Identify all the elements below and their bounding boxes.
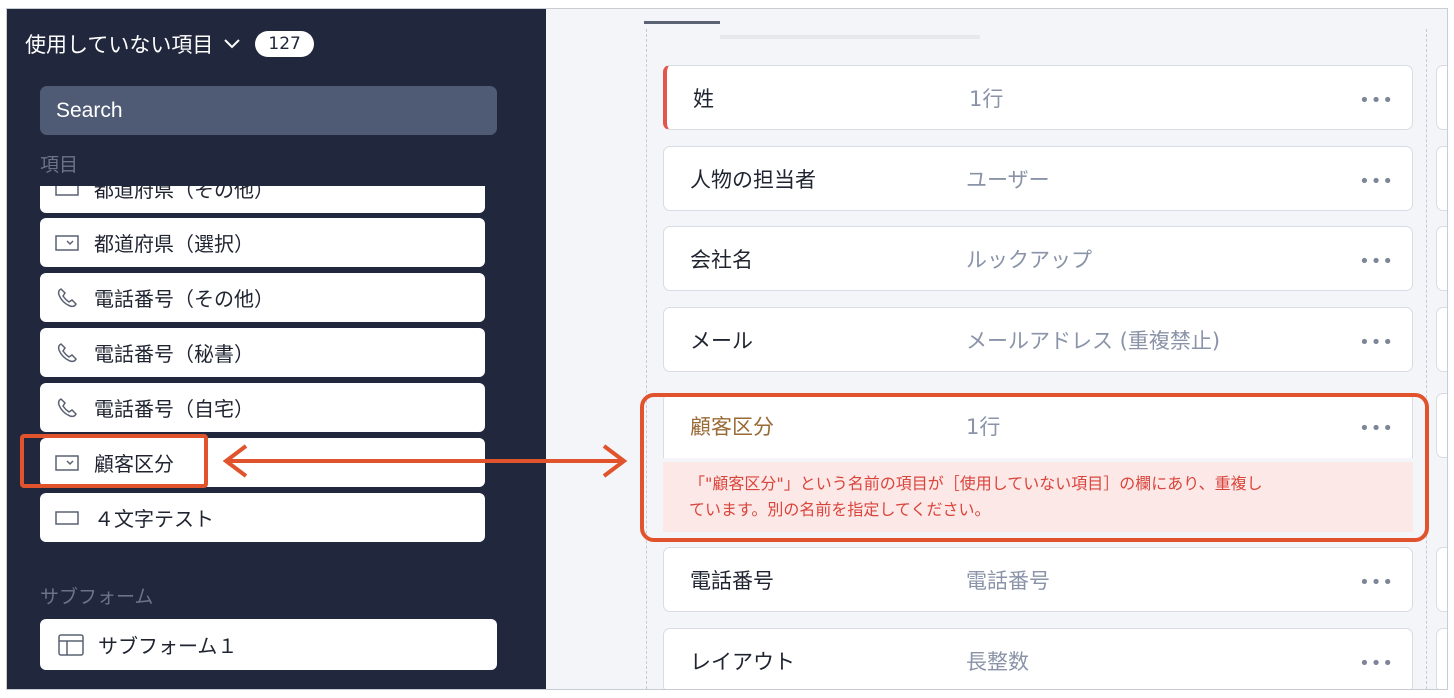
subform-item[interactable]: サブフォーム１	[40, 619, 497, 670]
phone-icon	[54, 287, 80, 308]
field-type: 長整数	[966, 649, 1029, 674]
layout-guide	[1426, 29, 1427, 689]
list-item-prefecture-select[interactable]: 都道府県（選択）	[40, 218, 485, 267]
active-tab-indicator	[644, 21, 720, 24]
adjacent-field-card[interactable]	[1436, 628, 1447, 689]
more-options-icon[interactable]: •••	[1359, 332, 1394, 353]
chevron-down-icon	[223, 34, 243, 54]
list-item-label: 都道府県（選択）	[94, 232, 254, 256]
adjacent-field-card[interactable]	[1436, 547, 1447, 612]
more-options-icon[interactable]: •••	[1359, 572, 1394, 593]
list-item-label: 都道府県（その他）	[94, 186, 274, 202]
list-item-label: 電話番号（秘書）	[94, 342, 254, 366]
subform-item-label: サブフォーム１	[98, 634, 238, 658]
unused-fields-sidebar: 使用していない項目 127 項目 都道府県（その他） 都道府県（選択）	[7, 9, 546, 689]
field-type: メールアドレス (重複禁止)	[966, 328, 1221, 353]
list-item-label: ４文字テスト	[94, 507, 214, 531]
field-name: レイアウト	[690, 649, 795, 674]
field-type: 1行	[969, 86, 1004, 111]
phone-icon	[54, 397, 80, 418]
unused-count-badge: 127	[255, 31, 314, 57]
table-icon	[58, 633, 84, 656]
more-options-icon[interactable]: •••	[1359, 251, 1394, 272]
dropdown-box-icon	[54, 233, 80, 253]
field-name: 電話番号	[690, 568, 774, 593]
field-name: 会社名	[690, 247, 753, 272]
unused-fields-title: 使用していない項目	[25, 33, 214, 57]
list-item-four-char-test[interactable]: ４文字テスト	[40, 493, 485, 542]
tab-underline	[720, 35, 980, 39]
adjacent-field-card[interactable]	[1436, 226, 1447, 291]
phone-icon	[54, 342, 80, 363]
search-input[interactable]	[40, 86, 497, 135]
field-type: ルックアップ	[966, 247, 1092, 272]
field-layout[interactable]: レイアウト 長整数 •••	[663, 628, 1413, 689]
highlight-box-sidebar-item	[20, 434, 208, 488]
section-label-fields: 項目	[40, 154, 79, 176]
app-window: 使用していない項目 127 項目 都道府県（その他） 都道府県（選択）	[6, 8, 1448, 690]
field-last-name[interactable]: 姓 1行 •••	[663, 65, 1413, 130]
adjacent-field-card[interactable]	[1436, 65, 1447, 130]
list-item-prefecture-other[interactable]: 都道府県（その他）	[40, 186, 485, 213]
field-name: 姓	[693, 86, 714, 111]
highlight-box-error-field	[640, 393, 1429, 542]
unused-fields-dropdown[interactable]: 使用していない項目 127	[25, 29, 314, 59]
adjacent-field-card[interactable]	[1436, 307, 1447, 372]
more-options-icon[interactable]: •••	[1359, 653, 1394, 674]
more-options-icon[interactable]: •••	[1359, 90, 1394, 111]
field-email[interactable]: メール メールアドレス (重複禁止) •••	[663, 307, 1413, 372]
list-item-label: 電話番号（自宅）	[94, 397, 254, 421]
input-box-icon	[54, 186, 80, 199]
list-item-phone-secretary[interactable]: 電話番号（秘書）	[40, 328, 485, 377]
layout-guide	[646, 29, 647, 689]
list-item-phone-other[interactable]: 電話番号（その他）	[40, 273, 485, 322]
field-phone[interactable]: 電話番号 電話番号 •••	[663, 547, 1413, 612]
unused-fields-list: 都道府県（その他） 都道府県（選択） 電話番号（その他） 電話番号（秘書） 電話…	[40, 186, 485, 546]
section-label-subform: サブフォーム	[40, 586, 154, 608]
list-item-label: 電話番号（その他）	[94, 287, 274, 311]
field-type: 電話番号	[966, 568, 1050, 593]
field-company[interactable]: 会社名 ルックアップ •••	[663, 226, 1413, 291]
adjacent-field-card[interactable]	[1436, 393, 1447, 458]
list-item-phone-home[interactable]: 電話番号（自宅）	[40, 383, 485, 432]
more-options-icon[interactable]: •••	[1359, 171, 1394, 192]
input-box-icon	[54, 508, 80, 528]
field-name: 人物の担当者	[690, 167, 816, 192]
adjacent-field-card[interactable]	[1436, 146, 1447, 211]
field-owner[interactable]: 人物の担当者 ユーザー •••	[663, 146, 1413, 211]
form-canvas: 姓 1行 ••• 人物の担当者 ユーザー ••• 会社名 ルックアップ ••• …	[546, 9, 1447, 689]
field-type: ユーザー	[966, 167, 1050, 192]
field-name: メール	[690, 328, 753, 353]
